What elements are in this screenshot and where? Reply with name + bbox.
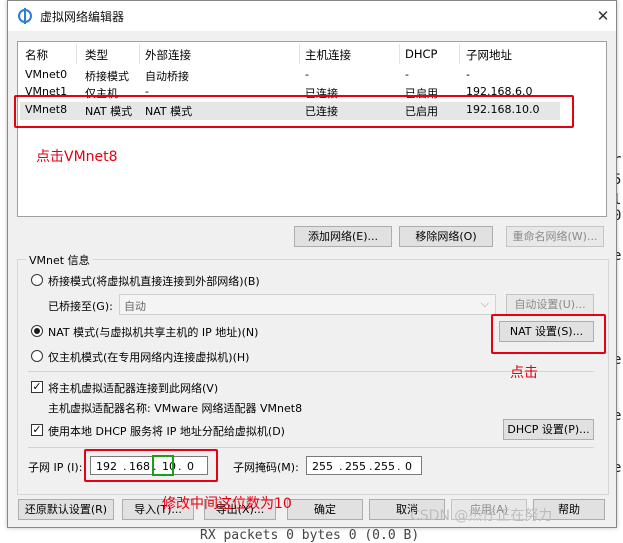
connect-adapter-label[interactable]: 将主机虚拟适配器连接到此网络(V) (48, 380, 218, 396)
subnet-mask-input[interactable]: 255 . 255 . 255 . 0 (306, 456, 422, 475)
bridged-to-label: 已桥接至(G): (48, 300, 113, 313)
cell-external: 自动桥接 (145, 70, 189, 83)
annotation-box-nat-settings (491, 314, 606, 354)
subnet-mask-label: 子网掩码(M): (233, 461, 299, 474)
divider (28, 447, 594, 448)
column-separator (76, 44, 77, 64)
cell-host: - (305, 68, 309, 81)
host-only-radio[interactable] (31, 350, 43, 362)
nat-mode-label[interactable]: NAT 模式(与虚拟机共享主机的 IP 地址)(N) (48, 324, 258, 340)
window-title: 虚拟网络编辑器 (40, 10, 125, 24)
column-header-host[interactable]: 主机连接 (305, 47, 351, 63)
mask-octet[interactable]: 255 (374, 458, 395, 475)
bridged-to-select[interactable]: 自动 ⌵ (119, 294, 496, 315)
column-separator (299, 44, 300, 64)
column-header-subnet[interactable]: 子网地址 (466, 47, 512, 63)
rename-network-button[interactable]: 重命名网络(W)... (506, 226, 604, 247)
annotation-click-vmnet8: 点击VMnet8 (36, 149, 118, 165)
cell-subnet: - (466, 68, 470, 81)
virtual-network-editor-dialog: 虚拟网络编辑器 ✕ 名称 类型 外部连接 主机连接 DHCP 子网地址 VMne… (7, 0, 617, 528)
adapter-name-label: 主机虚拟适配器名称: VMware 网络适配器 VMnet8 (48, 402, 303, 415)
connect-adapter-checkbox[interactable]: ✓ (31, 381, 43, 393)
add-network-button[interactable]: 添加网络(E)... (294, 226, 392, 247)
nat-mode-radio[interactable] (31, 325, 43, 337)
column-separator (459, 44, 460, 64)
dhcp-label[interactable]: 使用本地 DHCP 服务将 IP 地址分配给虚拟机(D) (48, 423, 285, 439)
network-table[interactable]: 名称 类型 外部连接 主机连接 DHCP 子网地址 VMnet0 桥接模式 自动… (17, 41, 607, 217)
column-separator (399, 44, 400, 64)
bridge-mode-label[interactable]: 桥接模式(将虚拟机直接连接到外部网络)(B) (48, 273, 260, 289)
column-separator (139, 44, 140, 64)
column-header-name[interactable]: 名称 (25, 47, 48, 63)
mask-octet[interactable]: 255 (312, 458, 333, 475)
bridged-to-value: 自动 (124, 300, 146, 313)
annotation-change-octet: 修改中间这位数为10 (162, 496, 292, 512)
subnet-ip-label: 子网 IP (I): (28, 461, 83, 474)
watermark: CSDN @杰仔正在努力 (410, 508, 553, 524)
vmnet-info-title: VMnet 信息 (26, 252, 93, 268)
column-header-dhcp[interactable]: DHCP (405, 47, 437, 61)
dhcp-checkbox[interactable]: ✓ (31, 424, 43, 436)
title-bar[interactable]: 虚拟网络编辑器 ✕ (8, 1, 616, 31)
mask-octet[interactable]: 0 (405, 458, 412, 475)
column-header-external[interactable]: 外部连接 (145, 47, 191, 63)
column-header-type[interactable]: 类型 (85, 47, 108, 63)
ok-button[interactable]: 确定 (287, 499, 363, 520)
close-button[interactable]: ✕ (592, 5, 614, 27)
vmware-network-icon (18, 8, 32, 24)
restore-defaults-button[interactable]: 还原默认设置(R) (18, 499, 114, 520)
auto-settings-button[interactable]: 自动设置(U)... (506, 294, 594, 315)
annotation-box-third-octet (152, 455, 174, 476)
cell-dhcp: - (405, 68, 409, 81)
annotation-box-vmnet8 (14, 95, 574, 128)
annotation-click: 点击 (510, 365, 538, 381)
chevron-down-icon: ⌵ (480, 297, 489, 310)
table-row[interactable]: VMnet0 桥接模式 自动桥接 - - - (18, 68, 558, 84)
annotation-box-subnet-ip (84, 449, 218, 482)
mask-octet[interactable]: 255 (345, 458, 366, 475)
cell-type: 桥接模式 (85, 70, 129, 83)
host-only-label[interactable]: 仅主机模式(在专用网络内连接虚拟机)(H) (48, 349, 249, 365)
bridge-mode-radio[interactable] (31, 274, 43, 286)
remove-network-button[interactable]: 移除网络(O) (399, 226, 493, 247)
dhcp-settings-button[interactable]: DHCP 设置(P)... (503, 419, 594, 440)
cell-name: VMnet0 (25, 68, 68, 81)
